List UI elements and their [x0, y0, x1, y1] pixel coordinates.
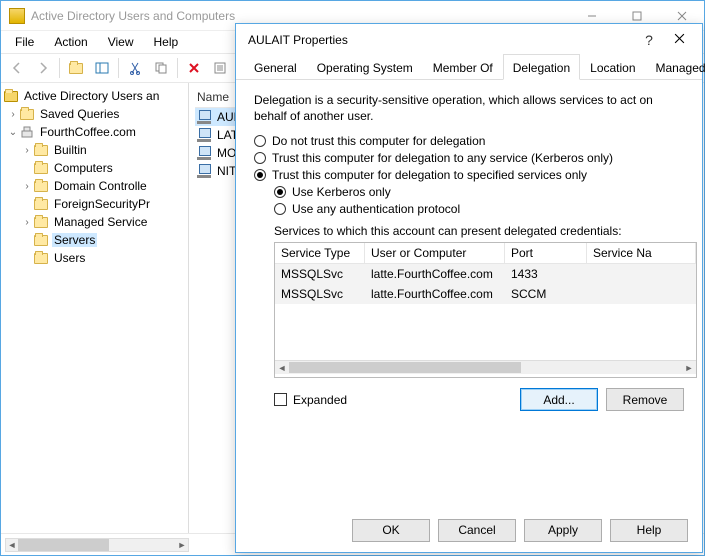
computer-icon [197, 128, 213, 142]
delegation-description: Delegation is a security-sensitive opera… [254, 92, 684, 124]
tab-location[interactable]: Location [580, 56, 645, 79]
menu-file[interactable]: File [7, 33, 42, 51]
tree-hscrollbar[interactable]: ◄► [5, 538, 189, 552]
help-button[interactable]: Help [610, 519, 688, 542]
ok-button[interactable]: OK [352, 519, 430, 542]
tree-saved-queries[interactable]: ›Saved Queries [1, 105, 188, 123]
radio-do-not-trust[interactable]: Do not trust this computer for delegatio… [254, 134, 684, 148]
dialog-help-button[interactable]: ? [634, 32, 664, 48]
dialog-titlebar: AULAIT Properties ? [236, 24, 702, 56]
tree-fsp[interactable]: ForeignSecurityPr [1, 195, 188, 213]
window-title: Active Directory Users and Computers [31, 9, 569, 23]
radio-kerberos-only[interactable]: Use Kerberos only [274, 185, 684, 199]
expanded-label: Expanded [293, 393, 347, 407]
expanded-checkbox[interactable] [274, 393, 287, 406]
dialog-title: AULAIT Properties [248, 33, 634, 47]
tree-msa[interactable]: ›Managed Service [1, 213, 188, 231]
show-hide-button[interactable] [90, 56, 114, 80]
tree-domain-controllers[interactable]: ›Domain Controlle [1, 177, 188, 195]
cancel-button[interactable]: Cancel [438, 519, 516, 542]
tree-builtin[interactable]: ›Builtin [1, 141, 188, 159]
radio-icon [254, 152, 266, 164]
properties-button[interactable] [208, 56, 232, 80]
tab-delegation[interactable]: Delegation [503, 54, 580, 80]
computer-icon [197, 110, 213, 124]
dialog-footer: OK Cancel Apply Help [236, 508, 702, 552]
menu-action[interactable]: Action [46, 33, 95, 51]
computer-icon [197, 146, 213, 160]
radio-icon [254, 169, 266, 181]
properties-dialog: AULAIT Properties ? General Operating Sy… [235, 23, 703, 553]
services-label: Services to which this account can prese… [274, 224, 684, 238]
cut-button[interactable] [123, 56, 147, 80]
col-service-name[interactable]: Service Na [587, 243, 696, 263]
menu-view[interactable]: View [100, 33, 142, 51]
tree-root[interactable]: Active Directory Users an [1, 87, 188, 105]
apply-button[interactable]: Apply [524, 519, 602, 542]
tree-computers[interactable]: Computers [1, 159, 188, 177]
radio-icon [274, 203, 286, 215]
tab-managed-by[interactable]: Managed By [646, 56, 705, 79]
col-user-or-computer[interactable]: User or Computer [365, 243, 505, 263]
tree-pane: Active Directory Users an ›Saved Queries… [1, 83, 189, 533]
menu-help[interactable]: Help [146, 33, 187, 51]
app-icon [9, 8, 25, 24]
tab-strip: General Operating System Member Of Deleg… [236, 56, 702, 80]
aduc-window: Active Directory Users and Computers Fil… [0, 0, 705, 556]
table-row[interactable]: MSSQLSvc latte.FourthCoffee.com 1433 [275, 264, 696, 284]
tree-domain[interactable]: ⌄FourthCoffee.com [1, 123, 188, 141]
remove-button[interactable]: Remove [606, 388, 684, 411]
radio-trust-specified[interactable]: Trust this computer for delegation to sp… [254, 168, 684, 182]
back-button[interactable] [5, 56, 29, 80]
computer-icon [197, 164, 213, 178]
table-row[interactable]: MSSQLSvc latte.FourthCoffee.com SCCM [275, 284, 696, 304]
tab-member-of[interactable]: Member Of [423, 56, 503, 79]
radio-any-auth[interactable]: Use any authentication protocol [274, 202, 684, 216]
radio-icon [274, 186, 286, 198]
copy-button[interactable] [149, 56, 173, 80]
services-hscrollbar[interactable]: ◄► [275, 360, 696, 374]
delete-button[interactable] [182, 56, 206, 80]
tab-operating-system[interactable]: Operating System [307, 56, 423, 79]
forward-button[interactable] [31, 56, 55, 80]
radio-icon [254, 135, 266, 147]
tree-users[interactable]: Users [1, 249, 188, 267]
dialog-close-button[interactable] [664, 33, 694, 47]
services-table: Service Type User or Computer Port Servi… [274, 242, 697, 378]
col-port[interactable]: Port [505, 243, 587, 263]
table-header: Service Type User or Computer Port Servi… [275, 243, 696, 264]
col-service-type[interactable]: Service Type [275, 243, 365, 263]
tab-general[interactable]: General [244, 56, 307, 79]
tree-servers[interactable]: Servers [1, 231, 188, 249]
add-button[interactable]: Add... [520, 388, 598, 411]
radio-trust-any[interactable]: Trust this computer for delegation to an… [254, 151, 684, 165]
up-button[interactable] [64, 56, 88, 80]
